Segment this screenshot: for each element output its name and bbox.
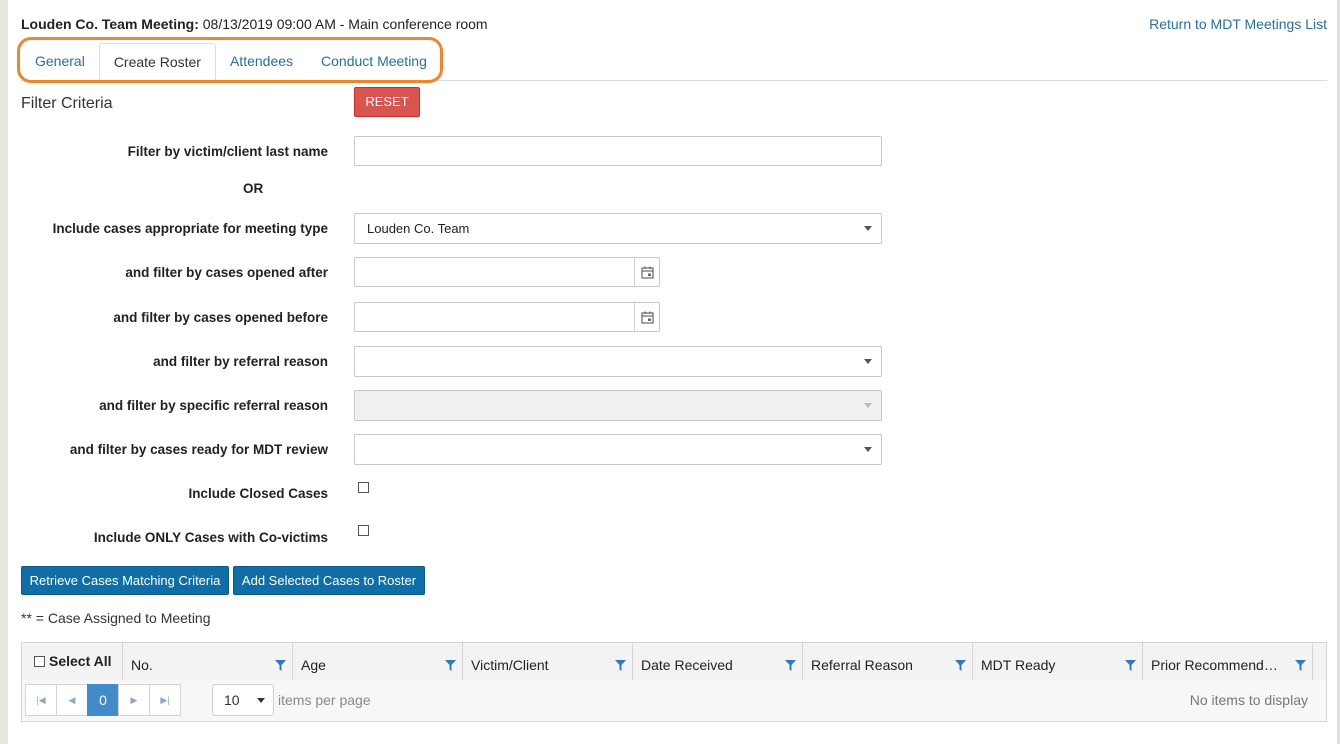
- prev-page-icon[interactable]: ◀: [56, 684, 88, 716]
- column-header-victim-client[interactable]: Victim/Client: [462, 643, 632, 680]
- column-title: Referral Reason: [811, 657, 913, 673]
- column-header-mdt-ready[interactable]: MDT Ready: [972, 643, 1142, 680]
- chevron-down-icon: [257, 698, 265, 703]
- chevron-down-icon: [864, 447, 872, 452]
- meeting-type-label: Include cases appropriate for meeting ty…: [52, 221, 328, 236]
- filter-icon[interactable]: [785, 658, 796, 674]
- reset-button[interactable]: RESET: [354, 87, 420, 117]
- column-title: No.: [131, 657, 153, 673]
- no-items-message: No items to display: [1189, 692, 1308, 708]
- column-header-prior-recommendation[interactable]: Prior Recommend…: [1142, 643, 1312, 680]
- column-title: Date Received: [641, 657, 733, 673]
- opened-before-datepicker[interactable]: [354, 302, 660, 332]
- meeting-header: Louden Co. Team Meeting: 08/13/2019 09:0…: [21, 16, 488, 32]
- last-name-input[interactable]: [354, 136, 882, 166]
- column-header-age[interactable]: Age: [292, 643, 462, 680]
- referral-reason-select[interactable]: [354, 346, 882, 377]
- filter-icon[interactable]: [1295, 658, 1306, 674]
- specific-referral-label: and filter by specific referral reason: [99, 398, 328, 413]
- opened-before-label: and filter by cases opened before: [113, 310, 328, 325]
- return-to-meetings-link[interactable]: Return to MDT Meetings List: [1149, 16, 1327, 32]
- filter-icon[interactable]: [615, 658, 626, 674]
- grid-pager: |◀ ◀ 0 ▶ ▶| 10 items per page No items t…: [22, 680, 1326, 721]
- retrieve-cases-button[interactable]: Retrieve Cases Matching Criteria: [21, 566, 229, 595]
- page-size-select[interactable]: 10: [212, 684, 274, 716]
- meeting-type-value: Louden Co. Team: [367, 221, 470, 236]
- page-size-value: 10: [224, 692, 240, 708]
- mdt-ready-select[interactable]: [354, 434, 882, 465]
- column-header-no[interactable]: No.: [122, 643, 292, 680]
- closed-cases-checkbox[interactable]: [358, 482, 369, 493]
- current-page[interactable]: 0: [87, 684, 119, 716]
- select-all-checkbox[interactable]: [34, 655, 45, 667]
- select-all-label: Select All: [49, 653, 112, 669]
- meeting-details: 08/13/2019 09:00 AM - Main conference ro…: [198, 16, 488, 32]
- calendar-icon[interactable]: [634, 303, 659, 331]
- column-title: MDT Ready: [981, 657, 1056, 673]
- filter-icon[interactable]: [275, 658, 286, 674]
- items-per-page-label: items per page: [278, 692, 371, 708]
- next-page-icon[interactable]: ▶: [118, 684, 150, 716]
- scrollbar-gutter: [1312, 643, 1326, 680]
- first-page-icon[interactable]: |◀: [25, 684, 57, 716]
- chevron-down-icon: [864, 359, 872, 364]
- column-title: Prior Recommend…: [1151, 657, 1278, 673]
- or-label: OR: [243, 181, 264, 196]
- add-to-roster-button[interactable]: Add Selected Cases to Roster: [233, 566, 425, 595]
- specific-referral-select[interactable]: [354, 390, 882, 421]
- chevron-down-icon: [864, 226, 872, 231]
- tabs-highlight-annotation: [17, 37, 443, 83]
- mdt-ready-label: and filter by cases ready for MDT review: [69, 442, 328, 457]
- closed-cases-label: Include Closed Cases: [188, 486, 328, 501]
- cases-grid: Select All No. Age Victim/Client Date Re…: [21, 642, 1327, 722]
- chevron-down-icon: [864, 403, 872, 408]
- meeting-type-select[interactable]: Louden Co. Team: [354, 213, 882, 244]
- filter-icon[interactable]: [1125, 658, 1136, 674]
- calendar-icon[interactable]: [634, 258, 659, 286]
- column-header-date-received[interactable]: Date Received: [632, 643, 802, 680]
- column-header-referral-reason[interactable]: Referral Reason: [802, 643, 972, 680]
- covictims-checkbox[interactable]: [358, 525, 369, 536]
- last-name-label: Filter by victim/client last name: [127, 144, 328, 159]
- opened-after-label: and filter by cases opened after: [125, 265, 328, 280]
- referral-reason-label: and filter by referral reason: [153, 354, 328, 369]
- meeting-title: Louden Co. Team Meeting:: [21, 16, 199, 32]
- filter-icon[interactable]: [445, 658, 456, 674]
- left-border: [0, 0, 8, 744]
- grid-header: Select All No. Age Victim/Client Date Re…: [22, 643, 1326, 681]
- column-title: Victim/Client: [471, 657, 549, 673]
- filter-criteria-title: Filter Criteria: [21, 95, 113, 112]
- pager-buttons: |◀ ◀ 0 ▶ ▶|: [25, 684, 181, 716]
- opened-after-datepicker[interactable]: [354, 257, 660, 287]
- last-page-icon[interactable]: ▶|: [149, 684, 181, 716]
- column-title: Age: [301, 657, 326, 673]
- filter-icon[interactable]: [955, 658, 966, 674]
- select-all[interactable]: Select All: [34, 653, 112, 669]
- assigned-note: ** = Case Assigned to Meeting: [21, 610, 211, 626]
- covictims-label: Include ONLY Cases with Co-victims: [93, 530, 328, 545]
